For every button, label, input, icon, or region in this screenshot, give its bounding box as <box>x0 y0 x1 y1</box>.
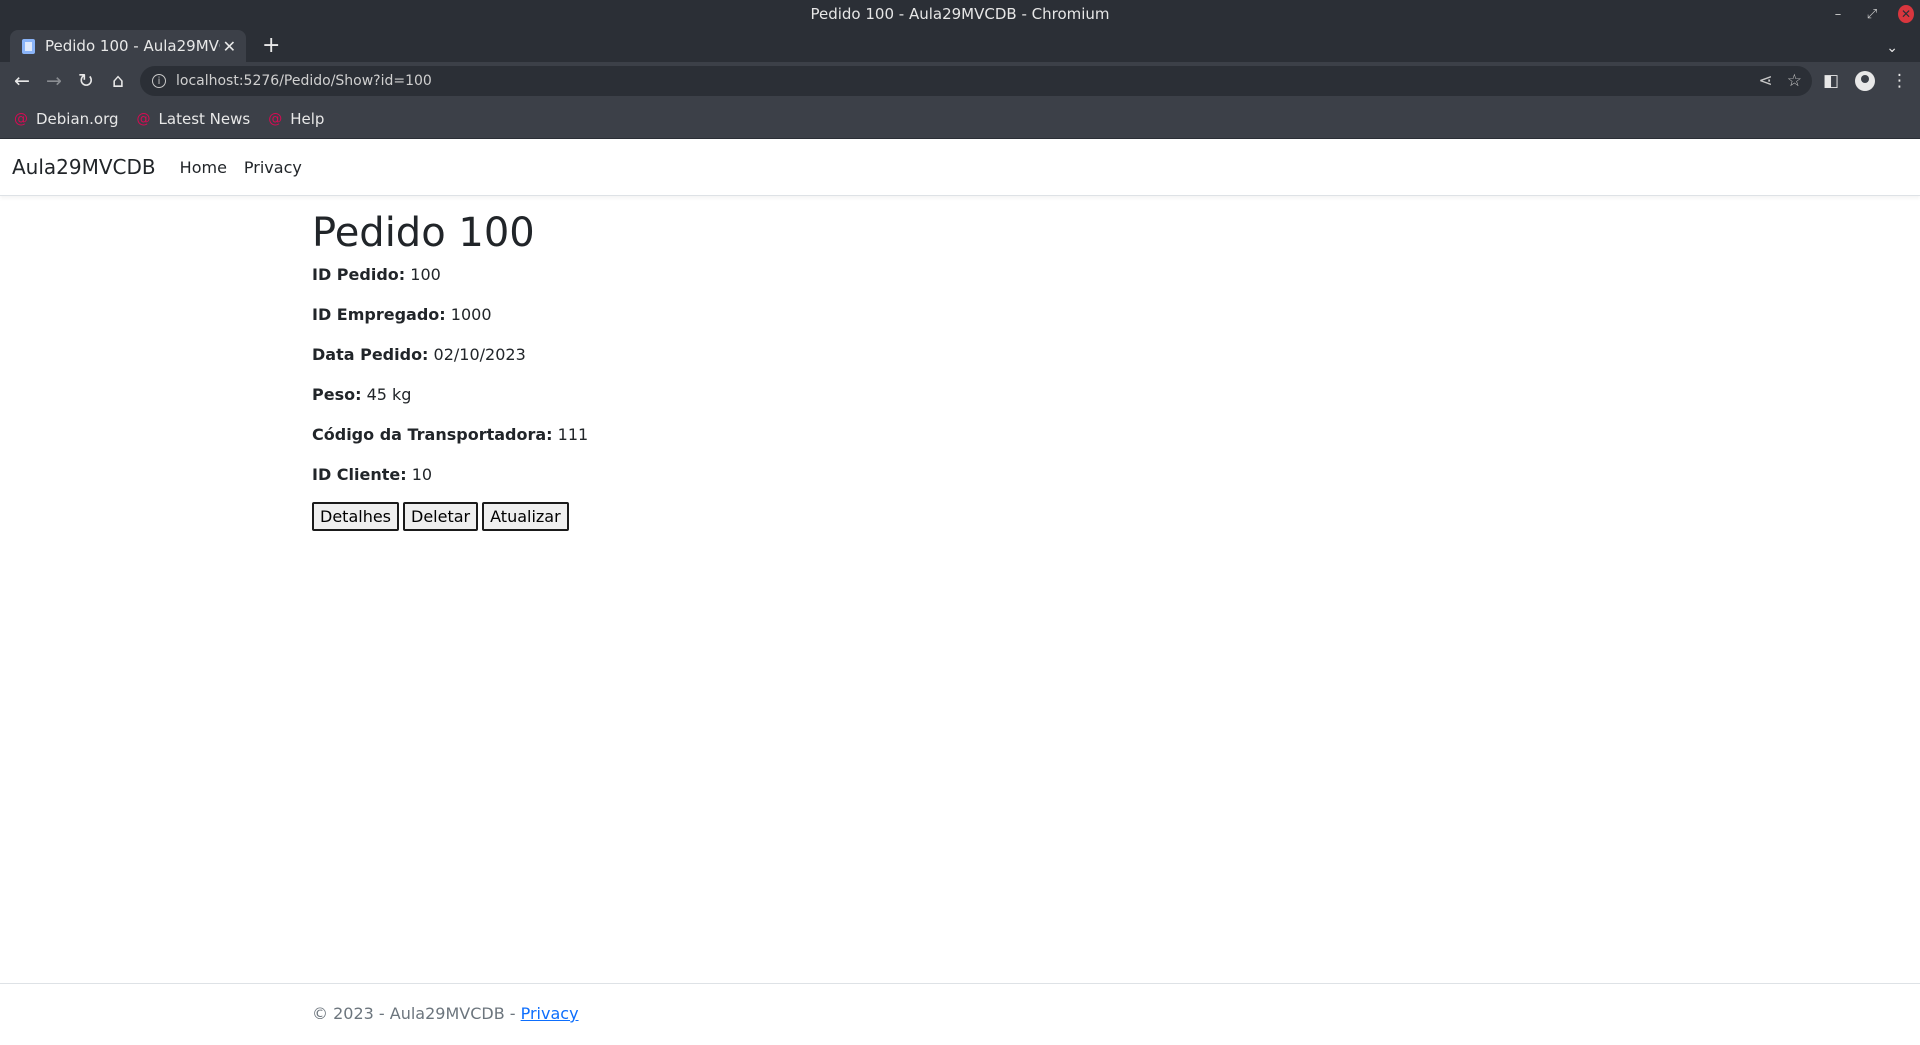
field-codigo-transportadora: Código da Transportadora: 111 <box>312 426 588 444</box>
pedido-details: Pedido 100 ID Pedido: 100 ID Empregado: … <box>312 210 588 531</box>
forward-icon[interactable]: → <box>38 70 70 92</box>
field-value: 1000 <box>450 305 492 324</box>
action-buttons: Detalhes Deletar Atualizar <box>312 502 588 531</box>
profile-avatar-icon[interactable] <box>1855 71 1875 91</box>
field-value: 111 <box>557 425 589 444</box>
field-value: 45 kg <box>366 385 412 404</box>
url-text[interactable]: localhost:5276/Pedido/Show?id=100 <box>176 73 432 89</box>
bookmark-label: Help <box>290 110 325 128</box>
field-label: Código da Transportadora: <box>312 425 553 444</box>
site-info-icon[interactable]: i <box>152 74 166 88</box>
reload-icon[interactable]: ↻ <box>70 70 102 92</box>
field-label: ID Pedido: <box>312 265 406 284</box>
tab-title: Pedido 100 - Aula29MVCDB <box>45 37 220 55</box>
window-controls: – ⤢ ✕ <box>1830 0 1914 28</box>
minimize-icon[interactable]: – <box>1830 7 1846 22</box>
delete-button[interactable]: Deletar <box>403 502 479 531</box>
field-label: ID Empregado: <box>312 305 446 324</box>
back-icon[interactable]: ← <box>6 70 38 92</box>
field-peso: Peso: 45 kg <box>312 386 588 404</box>
share-icon[interactable]: ⋖ <box>1759 71 1773 91</box>
browser-toolbar: ← → ↻ ⌂ i localhost:5276/Pedido/Show?id=… <box>0 62 1920 100</box>
footer-privacy-link[interactable]: Privacy <box>521 1004 579 1023</box>
page-title: Pedido 100 <box>312 210 535 256</box>
field-value: 10 <box>411 465 433 484</box>
debian-icon: @ <box>268 111 283 127</box>
bookmark-latest-news[interactable]: @ Latest News <box>137 110 251 128</box>
browser-tab[interactable]: Pedido 100 - Aula29MVCDB ✕ <box>10 30 246 62</box>
home-icon[interactable]: ⌂ <box>102 70 134 92</box>
field-label: ID Cliente: <box>312 465 407 484</box>
debian-icon: @ <box>14 111 28 127</box>
tab-close-icon[interactable]: ✕ <box>223 37 236 56</box>
footer-text: © 2023 - Aula29MVCDB - Privacy <box>312 1004 579 1023</box>
field-label: Peso: <box>312 385 362 404</box>
debian-icon: @ <box>136 111 151 127</box>
site-navbar: Aula29MVCDB Home Privacy <box>0 139 1920 196</box>
nav-link-home[interactable]: Home <box>180 158 227 177</box>
close-window-icon[interactable]: ✕ <box>1898 5 1914 23</box>
field-id-cliente: ID Cliente: 10 <box>312 466 588 484</box>
field-id-pedido: ID Pedido: 100 <box>312 266 588 284</box>
new-tab-icon[interactable]: + <box>262 33 280 58</box>
bookmarks-bar: @ Debian.org @ Latest News @ Help <box>0 100 1920 139</box>
tab-search-chevron-icon[interactable]: ⌄ <box>1886 40 1898 56</box>
field-value: 100 <box>410 265 441 284</box>
nav-link-privacy[interactable]: Privacy <box>244 158 302 177</box>
site-footer: © 2023 - Aula29MVCDB - Privacy <box>0 983 1920 1045</box>
bookmark-debian[interactable]: @ Debian.org <box>14 110 119 128</box>
menu-kebab-icon[interactable]: ⋮ <box>1891 71 1908 91</box>
bookmark-label: Latest News <box>158 110 251 128</box>
field-data-pedido: Data Pedido: 02/10/2023 <box>312 346 588 364</box>
bookmark-help[interactable]: @ Help <box>268 110 324 128</box>
window-titlebar: Pedido 100 - Aula29MVCDB - Chromium – ⤢ … <box>0 0 1920 28</box>
address-bar[interactable]: i localhost:5276/Pedido/Show?id=100 ⋖ ☆ <box>140 66 1812 96</box>
update-button[interactable]: Atualizar <box>482 502 569 531</box>
tab-strip: Pedido 100 - Aula29MVCDB ✕ + ⌄ <box>0 28 1920 62</box>
footer-copyright: © 2023 - Aula29MVCDB - <box>312 1004 521 1023</box>
details-button[interactable]: Detalhes <box>312 502 400 531</box>
field-label: Data Pedido: <box>312 345 429 364</box>
field-id-empregado: ID Empregado: 1000 <box>312 306 588 324</box>
page-favicon-icon <box>22 38 35 54</box>
field-value: 02/10/2023 <box>433 345 526 364</box>
site-brand[interactable]: Aula29MVCDB <box>12 155 156 179</box>
restore-icon[interactable]: ⤢ <box>1864 7 1880 22</box>
bookmark-star-icon[interactable]: ☆ <box>1787 71 1802 91</box>
side-panel-icon[interactable]: ◧ <box>1823 71 1839 91</box>
window-title: Pedido 100 - Aula29MVCDB - Chromium <box>810 5 1110 23</box>
bookmark-label: Debian.org <box>36 110 119 128</box>
